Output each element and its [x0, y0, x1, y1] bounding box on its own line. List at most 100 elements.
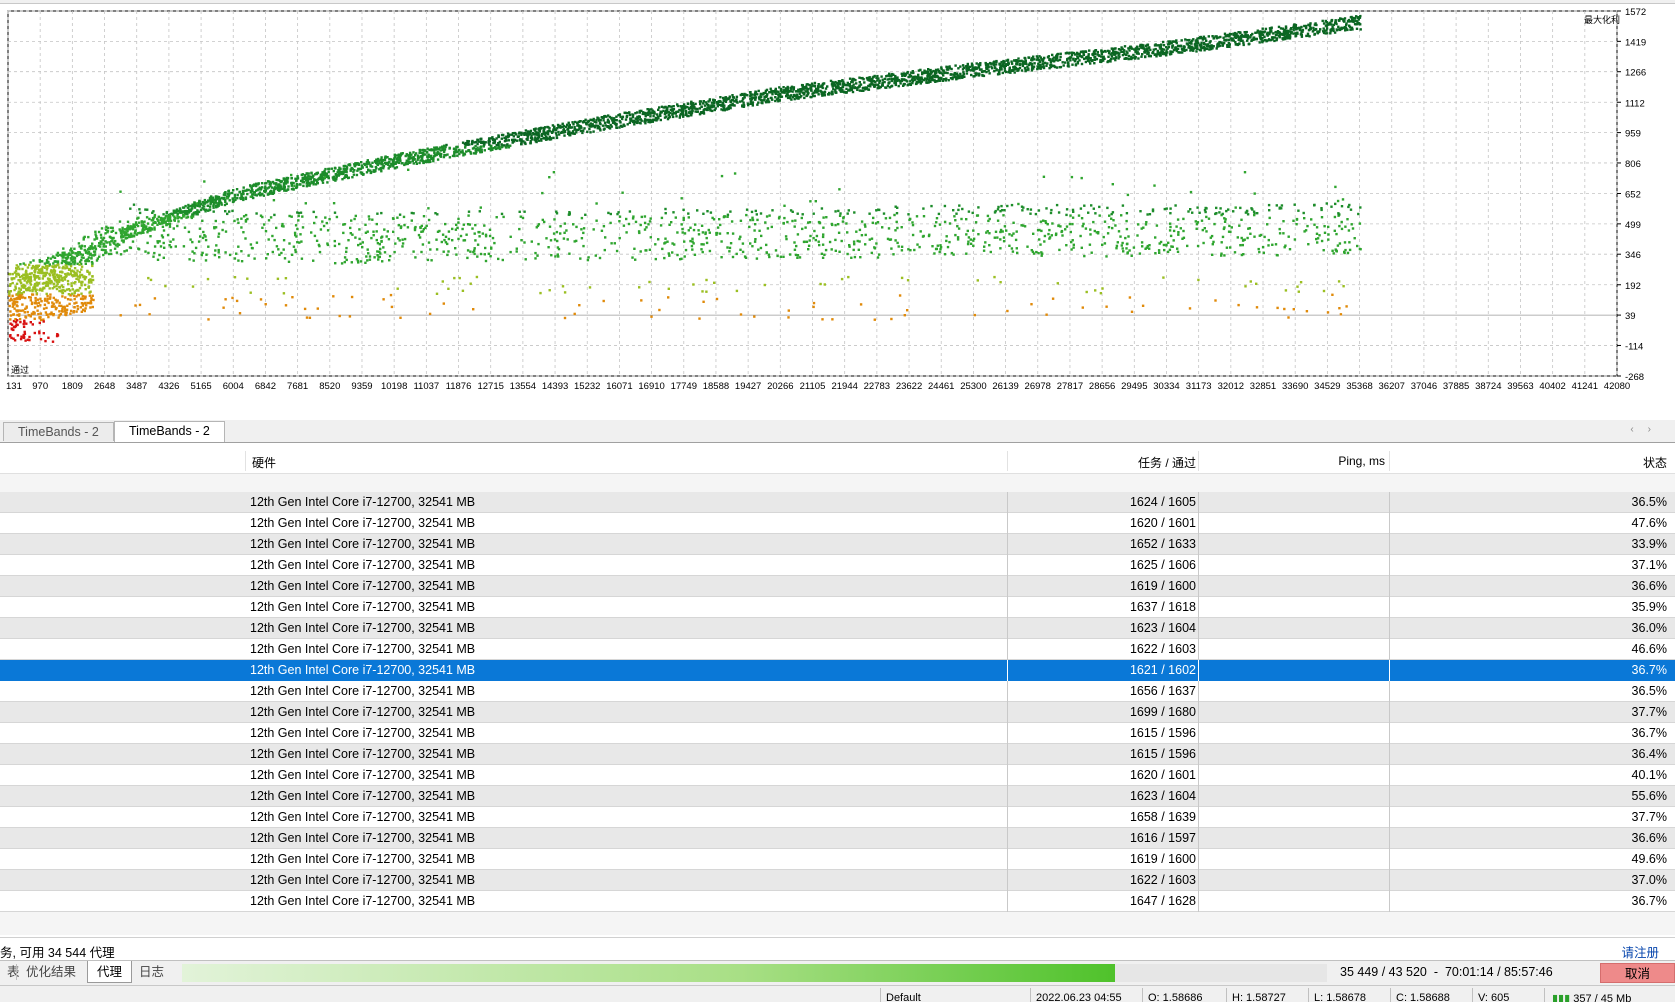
chart-point	[142, 231, 144, 233]
chart-point	[336, 176, 338, 178]
chart-point	[430, 149, 432, 151]
chart-point	[967, 243, 969, 245]
chart-point	[1125, 220, 1127, 222]
chart-point	[264, 187, 266, 189]
chart-point	[1114, 224, 1116, 226]
chart-point	[1137, 223, 1139, 225]
chart-point	[1042, 63, 1044, 65]
chart-point	[783, 222, 785, 224]
chart-point	[94, 245, 96, 247]
chart-point	[991, 67, 993, 69]
chart-point	[1119, 235, 1121, 237]
chart-point	[265, 182, 267, 184]
chart-point	[818, 221, 820, 223]
chart-point	[917, 74, 919, 76]
chart-point	[847, 212, 849, 214]
chart-point	[970, 238, 972, 240]
chart-point	[551, 132, 553, 134]
chart-point	[484, 149, 486, 151]
chart-point	[185, 216, 187, 218]
chart-point	[1015, 63, 1017, 65]
chart-point	[589, 119, 591, 121]
chart-point	[224, 210, 226, 212]
chart-point	[127, 225, 129, 227]
chart-point	[1270, 39, 1272, 41]
chart-point	[559, 125, 561, 127]
chart-point	[295, 224, 297, 226]
chart-point	[972, 212, 974, 214]
chart-point	[657, 116, 659, 118]
chart-point	[696, 108, 698, 110]
x-tick-label: 23622	[896, 381, 922, 392]
x-tick-label: 30334	[1153, 381, 1179, 392]
chart-point	[410, 154, 412, 156]
chart-point	[165, 215, 167, 217]
chart-point	[650, 217, 652, 219]
chart-point	[1306, 225, 1308, 227]
chart-point	[855, 82, 857, 84]
chart-point	[579, 257, 581, 259]
chart-point	[369, 259, 371, 261]
chart-point	[1124, 45, 1126, 47]
chart-point	[795, 254, 797, 256]
chart-point	[672, 211, 674, 213]
chart-point	[889, 217, 891, 219]
chart-point	[302, 173, 304, 175]
chart-point	[581, 132, 583, 134]
chart-point	[545, 237, 547, 239]
chart-point	[850, 81, 852, 83]
chart-point	[1035, 213, 1037, 215]
chart-point	[890, 247, 892, 249]
chart-point	[583, 127, 585, 129]
chart-point	[160, 217, 162, 219]
x-tick-label: 40402	[1539, 381, 1565, 392]
chart-point	[1090, 59, 1092, 61]
chart-point	[1104, 221, 1106, 223]
chart-point	[1033, 66, 1035, 68]
chart-point	[1016, 70, 1018, 72]
chart-point	[801, 84, 803, 86]
chart-point	[859, 81, 861, 83]
chart-point	[1261, 37, 1263, 39]
chart-point	[408, 158, 410, 160]
chart-point	[1071, 223, 1073, 225]
chart-point	[232, 189, 234, 191]
chart-point	[112, 230, 114, 232]
chart-point	[952, 209, 954, 211]
x-tick-label: 39563	[1507, 381, 1533, 392]
chart-point	[601, 230, 603, 232]
chart-point	[1307, 35, 1309, 37]
chart-point	[336, 216, 338, 218]
chart-point	[356, 174, 358, 176]
chart-point	[1350, 209, 1352, 211]
chart-point	[1317, 237, 1319, 239]
chart-point	[807, 248, 809, 250]
chart-point	[522, 217, 524, 219]
chart-point	[797, 90, 799, 92]
chart-point	[112, 237, 114, 239]
x-tick-label: 31173	[1186, 381, 1212, 392]
chart-point	[854, 86, 856, 88]
x-tick-label: 13554	[510, 381, 536, 392]
chart-point	[1356, 245, 1358, 247]
chart-point	[1196, 206, 1198, 208]
chart-point	[366, 161, 368, 163]
chart-point	[831, 248, 833, 250]
chart-point	[411, 212, 413, 214]
chart-point	[1089, 228, 1091, 230]
chart-point	[286, 189, 288, 191]
chart-point	[918, 69, 920, 71]
chart-point	[110, 227, 112, 229]
chart-point	[350, 232, 352, 234]
chart-point	[791, 90, 793, 92]
chart-point	[954, 64, 956, 66]
chart-point	[809, 87, 811, 89]
chart-point	[492, 237, 494, 239]
chart-point	[574, 121, 576, 123]
chart-point	[1112, 51, 1114, 53]
chart-point	[710, 211, 712, 213]
chart-point	[726, 246, 728, 248]
chart-point	[547, 246, 549, 248]
chart-point	[233, 220, 235, 222]
chart-point	[70, 248, 72, 250]
